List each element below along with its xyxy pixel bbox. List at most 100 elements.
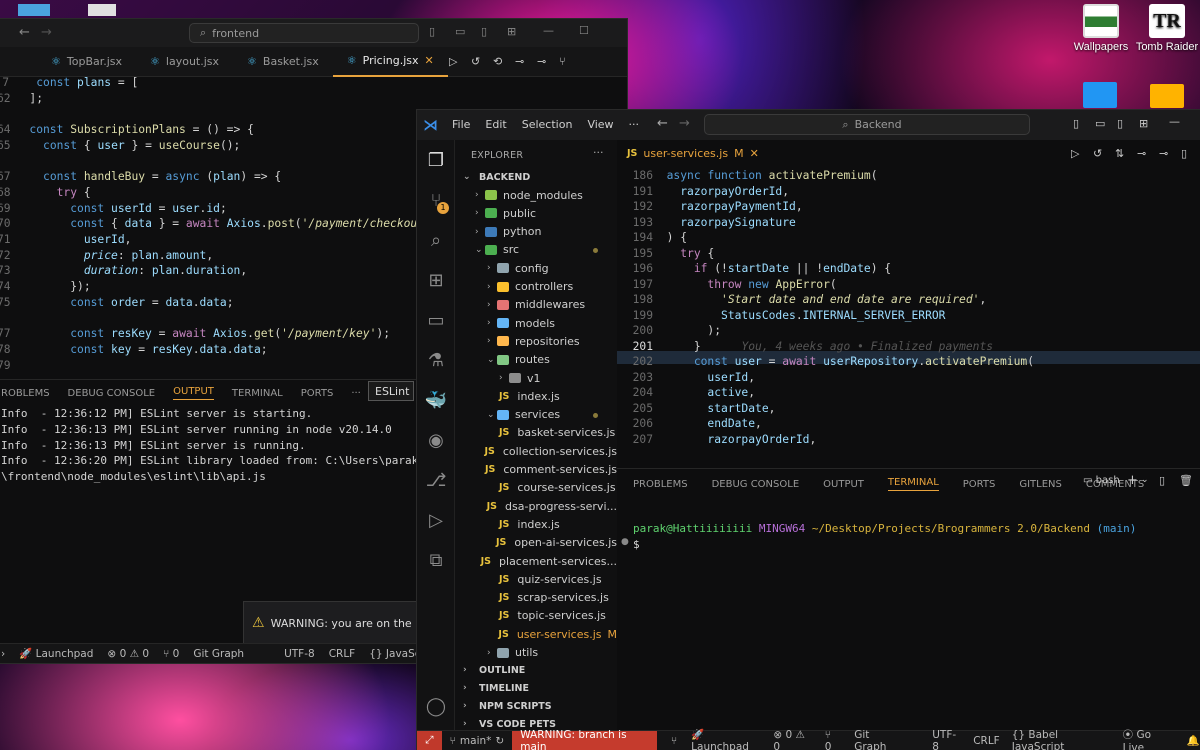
more-icon[interactable]: ···: [593, 146, 604, 159]
add-terminal-icon[interactable]: +: [1127, 473, 1138, 488]
chevron-down-icon[interactable]: ⌄: [1141, 475, 1149, 485]
gitlens-icon[interactable]: ⎇: [417, 460, 455, 500]
tree-item[interactable]: JS scrap-services.js: [455, 589, 617, 607]
git-graph-item[interactable]: Git Graph: [193, 648, 244, 660]
desktop-app-icon[interactable]: [1083, 82, 1117, 108]
command-center-search[interactable]: ⌕ frontend: [189, 23, 419, 43]
git-icon[interactable]: ⑂: [671, 735, 677, 747]
next-change-icon[interactable]: ⊸: [1159, 147, 1168, 160]
tree-item[interactable]: JS open-ai-services.js: [455, 534, 617, 552]
sidebar-icon[interactable]: ▯: [481, 25, 487, 38]
toggle-secondary-sidebar-icon[interactable]: ▯: [1117, 117, 1123, 130]
folder-icon[interactable]: [1150, 84, 1184, 108]
menu-edit[interactable]: Edit: [485, 118, 506, 131]
maximize-icon[interactable]: ☐: [579, 24, 589, 37]
explorer-root-backend[interactable]: ⌄ BACKEND: [455, 168, 530, 186]
tree-item[interactable]: JS dsa-progress-servi...: [455, 497, 617, 515]
remote-indicator-icon[interactable]: ⤢: [417, 730, 442, 750]
menu-file[interactable]: File: [452, 118, 470, 131]
tab-output[interactable]: OUTPUT: [173, 386, 214, 400]
tree-item[interactable]: › repositories: [455, 332, 617, 350]
tree-item[interactable]: JS topic-services.js: [455, 607, 617, 625]
customize-layout-icon[interactable]: ⊞: [1139, 117, 1148, 130]
command-center-search[interactable]: ⌕ Backend: [704, 114, 1030, 135]
tree-item[interactable]: JS user-services.js M: [455, 625, 617, 643]
tree-item[interactable]: › public: [455, 204, 617, 222]
launchpad-item[interactable]: 🚀 Launchpad: [691, 728, 761, 750]
git-graph-item[interactable]: Git Graph: [854, 729, 902, 750]
run-icon[interactable]: ▷: [1071, 147, 1079, 160]
section-npm-scripts[interactable]: › NPM SCRIPTS: [455, 697, 552, 715]
explorer-icon[interactable]: ❐: [417, 140, 455, 180]
desktop-icon-tomb-raider[interactable]: TR Tomb Raider: [1127, 4, 1200, 53]
docker-icon[interactable]: 🐳: [417, 380, 455, 420]
back-arrow-icon[interactable]: ←: [657, 116, 668, 131]
notifications-icon[interactable]: 🔔: [1187, 734, 1200, 747]
tree-item[interactable]: ⌄ routes: [455, 351, 617, 369]
source-control-icon[interactable]: ⑂ 1: [417, 180, 455, 220]
encoding-item[interactable]: UTF-8: [932, 729, 961, 750]
panel-icon[interactable]: ▭: [455, 25, 465, 38]
tab-basket[interactable]: ⚛ Basket.jsx: [233, 47, 333, 77]
run-debug-icon[interactable]: ▷: [417, 500, 455, 540]
ports-item[interactable]: ⑂ 0: [825, 729, 840, 750]
remote-explorer-icon[interactable]: ▭: [417, 300, 455, 340]
tree-item[interactable]: JS collection-services.js: [455, 442, 617, 460]
problems-item[interactable]: ⊗ 0 ⚠ 0: [107, 648, 149, 660]
tab-ports[interactable]: PORTS: [301, 388, 334, 399]
tab-topbar[interactable]: ⚛ TopBar.jsx: [37, 47, 136, 77]
branch-icon[interactable]: ⑂: [559, 55, 566, 68]
tree-item[interactable]: JS basket-services.js: [455, 424, 617, 442]
tab-problems[interactable]: ROBLEMS: [1, 388, 50, 399]
code-editor-backend[interactable]: 186 async function activatePremium( 191 …: [617, 168, 1034, 447]
go-live-item[interactable]: ⦿ Go Live: [1123, 727, 1173, 750]
menu-selection[interactable]: Selection: [522, 118, 573, 131]
search-icon[interactable]: ⌕: [417, 220, 455, 260]
kill-terminal-icon[interactable]: 🗑: [1179, 474, 1193, 487]
tree-item[interactable]: JS quiz-services.js: [455, 570, 617, 588]
tree-item[interactable]: › config: [455, 259, 617, 277]
tab-terminal[interactable]: TERMINAL: [232, 388, 283, 399]
tab-layout[interactable]: ⚛ layout.jsx: [136, 47, 233, 77]
menu-view[interactable]: View: [587, 118, 613, 131]
eol-item[interactable]: CRLF: [329, 648, 356, 660]
eol-item[interactable]: CRLF: [973, 735, 1000, 747]
tree-item[interactable]: › controllers: [455, 278, 617, 296]
run-icon[interactable]: ▷: [449, 55, 457, 68]
branch-warning[interactable]: WARNING: branch is main: [512, 729, 657, 750]
tab-user-services[interactable]: JS user-services.js M ✕: [617, 140, 769, 166]
tree-item[interactable]: JS course-services.js: [455, 479, 617, 497]
toggle-panel-icon[interactable]: ▭: [1095, 117, 1105, 130]
terminal-output[interactable]: parak@Hattiiiiiiii MINGW64 ~/Desktop/Pro…: [633, 521, 1136, 552]
tab-problems[interactable]: PROBLEMS: [633, 479, 688, 490]
forward-arrow-icon[interactable]: →: [679, 116, 690, 131]
desktop-app-icon[interactable]: [88, 4, 116, 16]
git-compare-icon[interactable]: ⇅: [1115, 147, 1124, 160]
next-change-icon[interactable]: ⊸: [537, 55, 546, 68]
tab-terminal[interactable]: TERMINAL: [887, 477, 939, 491]
timeline-icon[interactable]: ↺: [1093, 147, 1102, 160]
remote-icon[interactable]: ›: [1, 648, 5, 660]
output-channel-select[interactable]: ESLint: [368, 381, 414, 401]
remote-icon[interactable]: ⧉: [417, 540, 455, 580]
menu-more[interactable]: ···: [629, 118, 640, 131]
minimize-icon[interactable]: —: [1169, 115, 1180, 128]
minimize-icon[interactable]: —: [543, 24, 554, 37]
layout-icon[interactable]: ▯: [429, 25, 435, 38]
tree-item[interactable]: JS placement-services...: [455, 552, 617, 570]
section-timeline[interactable]: › TIMELINE: [455, 679, 529, 697]
terminal-shell-item[interactable]: ▭ bash: [1083, 475, 1120, 486]
code-editor-frontend[interactable]: 7 const plans = [ 62 ]; 64 const Subscri…: [0, 75, 438, 373]
tab-output[interactable]: OUTPUT: [823, 479, 864, 490]
account-icon[interactable]: ◯: [417, 686, 455, 726]
tree-item[interactable]: › middlewares: [455, 296, 617, 314]
more-icon[interactable]: ···: [351, 388, 361, 399]
tab-gitlens[interactable]: GITLENS: [1019, 479, 1062, 490]
customize-layout-icon[interactable]: ⊞: [507, 25, 516, 38]
tab-debug-console[interactable]: DEBUG CONSOLE: [68, 388, 156, 399]
tree-item[interactable]: › node_modules: [455, 186, 617, 204]
testing-icon[interactable]: ⚗: [417, 340, 455, 380]
tree-item[interactable]: JS index.js: [455, 515, 617, 533]
tab-pricing[interactable]: ⚛ Pricing.jsx ✕: [332, 47, 448, 77]
section-outline[interactable]: › OUTLINE: [455, 661, 525, 679]
